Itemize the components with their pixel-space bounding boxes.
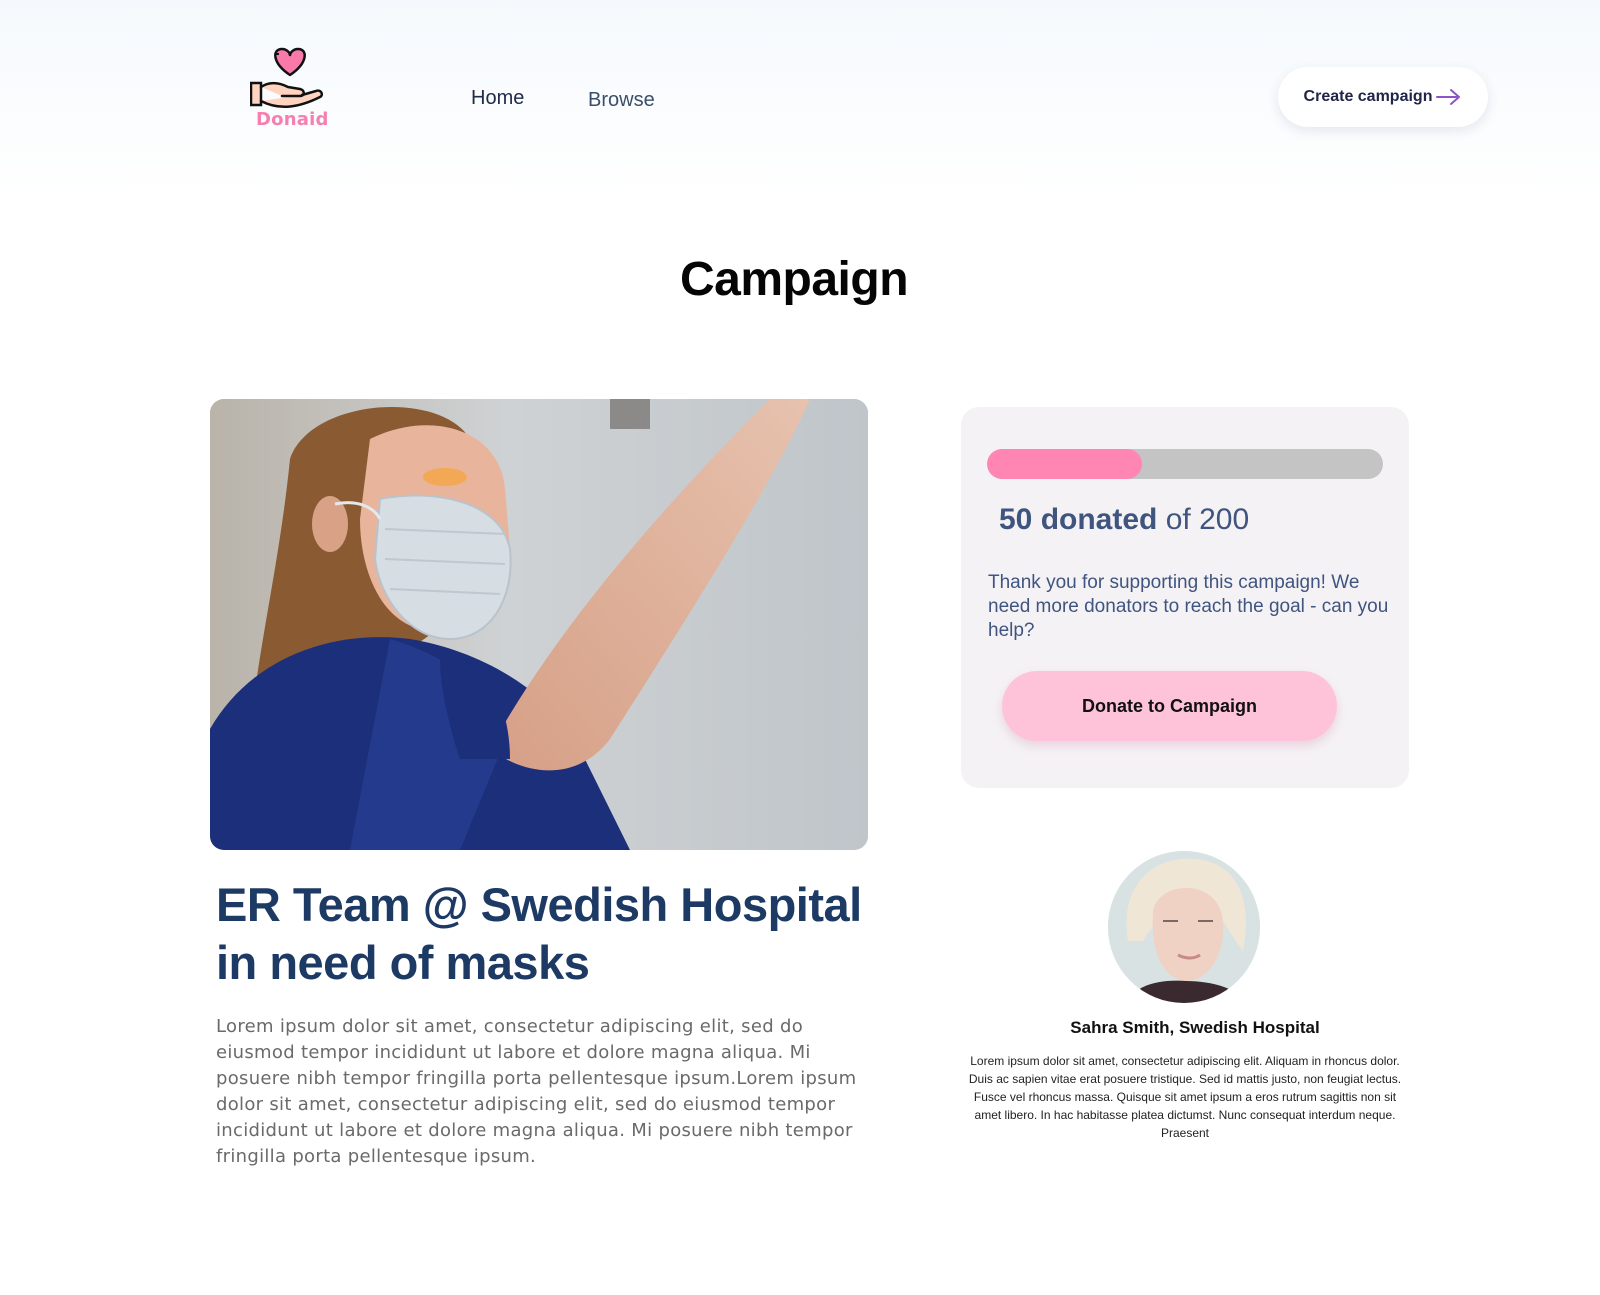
page: Donaid Home Browse Create campaign Campa… <box>0 0 1600 1295</box>
donate-button[interactable]: Donate to Campaign <box>1002 671 1337 741</box>
campaign-description: Lorem ipsum dolor sit amet, consectetur … <box>216 1016 857 1167</box>
arrow-right-icon <box>1436 89 1461 105</box>
donation-progress-fill <box>987 449 1143 479</box>
create-campaign-label: Create campaign <box>1303 88 1433 105</box>
organizer-bio: Lorem ipsum dolor sit amet, consectetur … <box>968 1054 1402 1140</box>
donation-goal: of 200 <box>1165 503 1250 536</box>
nav-browse-link[interactable]: Browse <box>588 89 655 112</box>
brand-logo[interactable]: Donaid <box>250 45 330 135</box>
create-campaign-button[interactable]: Create campaign <box>1278 67 1488 127</box>
campaign-title: ER Team @ Swedish Hospital in need of ma… <box>216 878 862 989</box>
campaign-photo <box>210 399 868 850</box>
heart-in-hand-icon <box>250 47 324 108</box>
donation-status: 50 donated of 200 <box>999 503 1249 537</box>
organizer-avatar <box>1108 851 1260 1003</box>
organizer-name: Sahra Smith, Swedish Hospital <box>1070 1018 1320 1037</box>
brand-name: Donaid <box>256 109 329 130</box>
donation-card: 50 donated of 200 Thank you for supporti… <box>961 407 1409 788</box>
nav-home-link[interactable]: Home <box>471 87 524 110</box>
donation-message: Thank you for supporting this campaign! … <box>988 572 1389 641</box>
donation-progress-bar <box>987 449 1383 479</box>
page-title: Campaign <box>679 253 909 306</box>
donated-count: 50 donated <box>999 503 1158 536</box>
